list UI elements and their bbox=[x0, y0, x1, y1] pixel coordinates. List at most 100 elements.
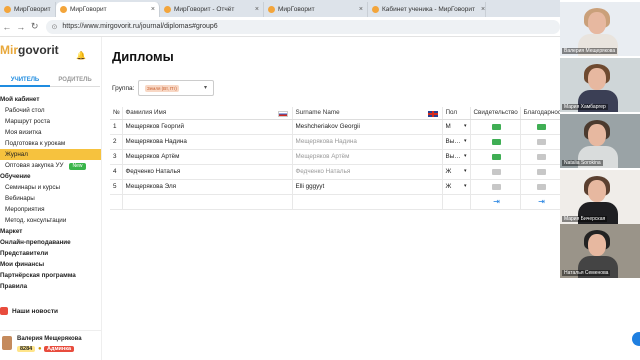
url-field[interactable]: ⊙ https://www.mirgovorit.ru/journal/dipl… bbox=[45, 19, 560, 34]
name-ru-cell[interactable]: Мещеряков Артём bbox=[122, 149, 293, 165]
export-certificates-cell[interactable]: ⇥ bbox=[470, 194, 521, 210]
sidebar-item[interactable]: Обучение bbox=[0, 171, 101, 182]
certificate-cell[interactable] bbox=[470, 119, 521, 135]
sidebar-item-label: Правила bbox=[0, 283, 28, 290]
sidebar-item[interactable]: Вебинары bbox=[0, 193, 101, 204]
sidebar-item[interactable]: Журнал bbox=[0, 149, 101, 160]
favicon-icon bbox=[372, 6, 379, 13]
certificate-icon[interactable] bbox=[492, 168, 501, 175]
name-en-cell[interactable]: Мещерякова Надина bbox=[292, 134, 443, 150]
group-select[interactable]: Земля (Вт, Пт) ▾ bbox=[138, 80, 214, 96]
sidebar-item[interactable]: Маршрут роста bbox=[0, 116, 101, 127]
name-ru-cell[interactable]: Мещеряков Георгий bbox=[122, 119, 293, 135]
sex-select[interactable]: Ж ▾ bbox=[442, 179, 471, 195]
news-label: Наши новости bbox=[12, 307, 59, 315]
participant-name: Валерия Мещерякова bbox=[562, 48, 618, 54]
thanks-letter-icon[interactable] bbox=[537, 138, 546, 145]
certificate-icon[interactable] bbox=[492, 183, 501, 190]
tab-teacher[interactable]: УЧИТЕЛЬ bbox=[0, 77, 50, 87]
name-ru-cell[interactable]: Мещерякова Надина bbox=[122, 134, 293, 150]
certificate-cell[interactable] bbox=[470, 134, 521, 150]
admin-badge[interactable]: Админка bbox=[44, 346, 75, 352]
sidebar-item[interactable]: Правила bbox=[0, 281, 101, 292]
sidebar-item[interactable]: Мой кабинет bbox=[0, 94, 101, 105]
bell-icon[interactable]: 🔔 bbox=[76, 51, 86, 60]
video-tile[interactable]: Наталья Семенова bbox=[560, 224, 640, 278]
participant-name: Мария Хамбаргер bbox=[562, 104, 608, 110]
avatar bbox=[2, 336, 12, 350]
thanks-cell[interactable] bbox=[520, 164, 561, 180]
sidebar-item[interactable]: Онлайн-преподавание bbox=[0, 237, 101, 248]
thanks-cell[interactable] bbox=[520, 179, 561, 195]
sex-select[interactable]: Ж ▾ bbox=[442, 164, 471, 180]
sex-select[interactable]: Вы… ▾ bbox=[442, 134, 471, 150]
name-en-cell[interactable]: Elli gggyyt bbox=[292, 179, 443, 195]
video-tile[interactable]: Валерия Мещерякова bbox=[560, 2, 640, 56]
col-sex: Пол bbox=[442, 107, 471, 120]
news-link[interactable]: Наши новости bbox=[0, 307, 58, 315]
certificate-cell[interactable] bbox=[470, 179, 521, 195]
close-icon[interactable]: × bbox=[145, 6, 155, 13]
reload-icon[interactable]: ↻ bbox=[28, 21, 42, 32]
thanks-letter-icon[interactable] bbox=[537, 183, 546, 190]
back-icon[interactable]: ← bbox=[0, 22, 14, 32]
tab-parent[interactable]: РОДИТЕЛЬ bbox=[50, 77, 100, 87]
thanks-letter-icon[interactable] bbox=[537, 123, 546, 130]
sidebar-item[interactable]: Оптовая закупка УУ New bbox=[0, 160, 101, 171]
name-en-cell[interactable]: Meshcheriakov Georgii bbox=[292, 119, 443, 135]
sidebar-item[interactable]: Мои финансы bbox=[0, 259, 101, 270]
sex-select[interactable]: М ▾ bbox=[442, 119, 471, 135]
sidebar-item[interactable]: Партнёрская программа bbox=[0, 270, 101, 281]
favicon-icon bbox=[164, 6, 171, 13]
export-thanks-cell[interactable]: ⇥ bbox=[520, 194, 561, 210]
browser-tab[interactable]: МирГоворит× bbox=[264, 2, 368, 17]
sex-select[interactable]: Вы… ▾ bbox=[442, 149, 471, 165]
sidebar-item-label: Онлайн-преподавание bbox=[0, 239, 71, 246]
name-en-cell[interactable]: Федченко Наталья bbox=[292, 164, 443, 180]
name-en-cell[interactable]: Мещеряков Артём bbox=[292, 149, 443, 165]
help-button[interactable] bbox=[632, 332, 640, 346]
certificate-icon[interactable] bbox=[492, 123, 501, 130]
user-name: Валерия Мещерякова bbox=[17, 336, 82, 342]
sidebar-item[interactable]: Метод. консультации bbox=[0, 215, 101, 226]
name-ru-cell[interactable]: Федченко Наталья bbox=[122, 164, 293, 180]
certificate-cell[interactable] bbox=[470, 149, 521, 165]
thanks-cell[interactable] bbox=[520, 134, 561, 150]
export-icon[interactable]: ⇥ bbox=[474, 197, 520, 206]
browser-tab[interactable]: МирГоворит - Отчёт × bbox=[160, 2, 264, 17]
thanks-cell[interactable] bbox=[520, 149, 561, 165]
video-tile[interactable]: Natalia Sorokina bbox=[560, 114, 640, 168]
sidebar-item-label: Оптовая закупка УУ bbox=[5, 162, 64, 169]
logo[interactable]: Mirgovorit bbox=[0, 43, 59, 57]
thanks-letter-icon[interactable] bbox=[537, 168, 546, 175]
sidebar-item[interactable]: Мероприятия bbox=[0, 204, 101, 215]
browser-tab[interactable]: Кабинет ученика - МирГоворит × bbox=[368, 2, 486, 17]
sidebar-item[interactable]: Моя визитка bbox=[0, 127, 101, 138]
thanks-letter-icon[interactable] bbox=[537, 153, 546, 160]
browser-tab[interactable]: МирГоворит× bbox=[56, 2, 160, 17]
row-number: 4 bbox=[110, 164, 123, 180]
sidebar-item[interactable]: Подготовка к урокам bbox=[0, 138, 101, 149]
certificate-icon[interactable] bbox=[492, 153, 501, 160]
video-tile[interactable]: Мария Бичерская bbox=[560, 170, 640, 224]
thanks-cell[interactable] bbox=[520, 119, 561, 135]
page-title: Дипломы bbox=[112, 49, 174, 64]
user-card[interactable]: Валерия Мещерякова 8284 ● Админка bbox=[0, 330, 101, 360]
browser-tab[interactable]: МирГоворит× bbox=[0, 2, 56, 17]
browser-tab-strip: МирГоворит×МирГоворит×МирГоворит - Отчёт… bbox=[0, 0, 560, 17]
tab-title: МирГоворит bbox=[14, 6, 51, 13]
export-icon[interactable]: ⇥ bbox=[524, 197, 560, 206]
sidebar-item[interactable]: Маркет bbox=[0, 226, 101, 237]
sidebar-item[interactable]: Семинары и курсы bbox=[0, 182, 101, 193]
certificate-cell[interactable] bbox=[470, 164, 521, 180]
video-tile[interactable]: Мария Хамбаргер bbox=[560, 58, 640, 112]
name-ru-cell[interactable]: Мещерякова Эля bbox=[122, 179, 293, 195]
forward-icon[interactable]: → bbox=[14, 22, 28, 32]
sidebar-item[interactable]: Представители bbox=[0, 248, 101, 259]
close-icon[interactable]: × bbox=[249, 6, 259, 13]
sidebar-item[interactable]: Рабочий стол bbox=[0, 105, 101, 116]
sidebar-item-label: Представители bbox=[0, 250, 49, 257]
close-icon[interactable]: × bbox=[475, 6, 485, 13]
close-icon[interactable]: × bbox=[353, 6, 363, 13]
certificate-icon[interactable] bbox=[492, 138, 501, 145]
